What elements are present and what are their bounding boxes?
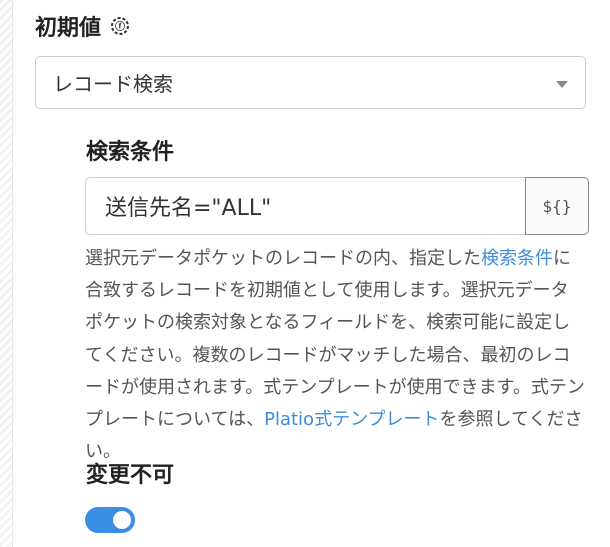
help-text-part1: 選択元データポケットのレコードの内、指定した	[85, 248, 481, 269]
initial-value-heading: 初期値 ⓕ	[35, 10, 131, 42]
help-text-part2: に合致するレコードを初期値として使用します。選択元データポケットの検索対象となる…	[85, 248, 585, 431]
search-condition-input[interactable]: 送信先名="ALL"	[85, 177, 526, 235]
formula-icon: ⓕ	[109, 15, 131, 37]
readonly-title: 変更不可	[86, 463, 175, 488]
svg-text:ⓕ: ⓕ	[115, 20, 125, 33]
help-text: 選択元データポケットのレコードの内、指定した検索条件に合致するレコードを初期値と…	[85, 243, 585, 468]
toggle-knob	[113, 511, 131, 529]
platio-template-link[interactable]: Platio式テンプレート	[264, 409, 439, 430]
template-insert-button[interactable]: ${}	[525, 177, 589, 235]
initial-value-select[interactable]: レコード検索	[35, 56, 586, 109]
chevron-down-icon	[556, 81, 568, 88]
initial-value-title: 初期値	[35, 16, 102, 41]
search-condition-link[interactable]: 検索条件	[481, 248, 553, 269]
initial-value-select-value: レコード検索	[53, 72, 173, 96]
search-condition-value: 送信先名="ALL"	[105, 196, 272, 221]
left-rail	[0, 0, 13, 547]
search-condition-title: 検索条件	[86, 140, 175, 165]
readonly-toggle[interactable]	[85, 507, 135, 533]
